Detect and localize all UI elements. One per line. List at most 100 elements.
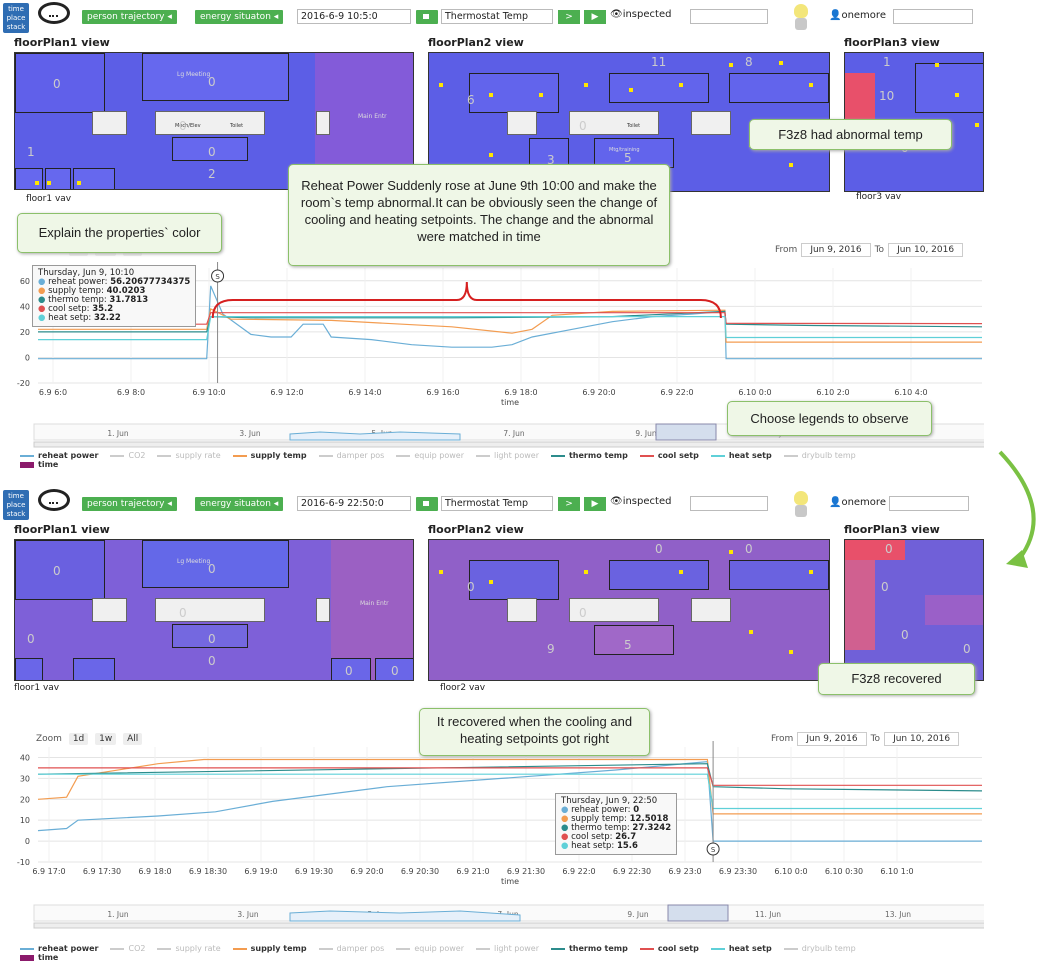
legend-item[interactable]: equip power bbox=[396, 944, 464, 953]
floorplan3-map[interactable]: 0 0 0 0 bbox=[844, 539, 984, 681]
legend-swatch bbox=[396, 947, 411, 950]
legend-item[interactable]: CO2 bbox=[110, 944, 145, 953]
play-icon[interactable]: ▶ bbox=[584, 10, 606, 24]
x-tick-label: 6.9 10:0 bbox=[192, 388, 225, 397]
next-button[interactable]: > bbox=[558, 497, 580, 511]
legend-item[interactable]: supply temp bbox=[232, 944, 307, 953]
sensor-select[interactable]: Thermostat Temp bbox=[441, 9, 553, 24]
floorplan1-map[interactable]: Lg Meeting 0 0 Main Entr 0 0 0 0 0 0 bbox=[14, 539, 414, 681]
y-tick-label: 60 bbox=[20, 277, 30, 286]
legend-item[interactable]: drybulb temp bbox=[783, 944, 856, 953]
user-input[interactable] bbox=[889, 496, 969, 511]
chart-2-svg[interactable]: -10 0 10 20 30 40 6.9 17:0 6.9 17:30 6.9 18:0 6.9… bbox=[0, 727, 984, 962]
legend-item[interactable]: time bbox=[20, 953, 58, 962]
sensor-select[interactable]: Thermostat Temp bbox=[441, 496, 553, 511]
tooltip-row: ● heat setp: 15.6 bbox=[561, 841, 638, 851]
zone-number: 0 bbox=[963, 642, 971, 656]
camera-icon[interactable] bbox=[38, 489, 70, 511]
legend-item[interactable]: thermo temp bbox=[550, 944, 628, 953]
legend-label: light power bbox=[493, 944, 539, 953]
app-logo[interactable]: time place stack bbox=[3, 490, 29, 520]
legend-item[interactable]: heat setp bbox=[710, 944, 772, 953]
floorplan1-subtitle: floor1 vav bbox=[26, 194, 72, 204]
x-tick-label: 6.9 23:0 bbox=[668, 867, 701, 876]
x-tick-label: 6.9 14:0 bbox=[348, 388, 381, 397]
legend-label: time bbox=[38, 460, 59, 469]
legend-item[interactable]: cool setp bbox=[639, 944, 699, 953]
legend-label: drybulb temp bbox=[801, 451, 856, 460]
legend-label: supply temp bbox=[250, 944, 307, 953]
legend-item[interactable]: damper pos bbox=[318, 451, 384, 460]
legend-label: reheat power bbox=[38, 451, 99, 460]
x-tick-label: 6.9 8:0 bbox=[117, 388, 145, 397]
user-name: onemore bbox=[841, 497, 886, 508]
legend-item[interactable]: supply rate bbox=[157, 451, 221, 460]
inspected-input[interactable] bbox=[690, 9, 768, 24]
legend-swatch bbox=[550, 947, 565, 950]
inspected-toggle[interactable]: 👁inspected bbox=[610, 9, 671, 20]
zone-number: 0 bbox=[208, 654, 216, 668]
legend-item[interactable]: light power bbox=[475, 944, 539, 953]
user-input[interactable] bbox=[893, 9, 973, 24]
inspected-toggle[interactable]: 👁inspected bbox=[610, 496, 671, 507]
person-trajectory-button[interactable]: person trajectory ◂ bbox=[82, 10, 177, 24]
legend-item[interactable]: cool setp bbox=[639, 451, 699, 460]
app-logo[interactable]: time place stack bbox=[3, 3, 29, 33]
avatar[interactable] bbox=[776, 489, 826, 519]
datetime-input[interactable]: 2016-6-9 10:5:0 bbox=[297, 9, 411, 24]
legend-swatch bbox=[396, 454, 411, 457]
legend-item[interactable]: supply rate bbox=[157, 944, 221, 953]
floorplan1-view: floorPlan1 view Lg Meeting 0 0 Main Entr… bbox=[14, 523, 416, 693]
floorplan2-map[interactable]: 0 0 0 0 5 9 bbox=[428, 539, 830, 681]
x-tick-label: 6.9 18:0 bbox=[138, 867, 171, 876]
legend-item[interactable]: reheat power bbox=[20, 944, 98, 953]
zone-number: 0 bbox=[745, 542, 753, 556]
legend-item[interactable]: heat setp bbox=[710, 451, 772, 460]
legend-item[interactable]: supply temp bbox=[232, 451, 307, 460]
timeseries-chart-2: Zoom 1d 1w All From Jun 9, 2016 To Jun 10, … bbox=[0, 727, 984, 962]
zone-number: 0 bbox=[53, 77, 61, 91]
zone-number: 0 bbox=[467, 580, 475, 594]
x-tick-label: 6.9 20:0 bbox=[582, 388, 615, 397]
energy-situation-button[interactable]: energy situaton ◂ bbox=[195, 497, 284, 511]
video-icon[interactable] bbox=[416, 497, 438, 511]
zone-number: 9 bbox=[547, 642, 555, 656]
zone-number: 5 bbox=[624, 638, 632, 652]
legend-swatch bbox=[783, 947, 798, 950]
inspected-input[interactable] bbox=[690, 496, 768, 511]
callout-f3z8-recovered: F3z8 recovered bbox=[818, 663, 975, 695]
toolbar: time place stack person trajectory ◂ ene… bbox=[0, 487, 984, 521]
person-trajectory-button[interactable]: person trajectory ◂ bbox=[82, 497, 177, 511]
legend-swatch bbox=[475, 454, 490, 457]
legend-item[interactable]: drybulb temp bbox=[783, 451, 856, 460]
avatar[interactable] bbox=[776, 2, 826, 32]
legend-item[interactable]: CO2 bbox=[110, 451, 145, 460]
legend-item[interactable]: equip power bbox=[396, 451, 464, 460]
legend-label: thermo temp bbox=[568, 944, 628, 953]
legend-item[interactable]: thermo temp bbox=[550, 451, 628, 460]
flag-marker-label: S bbox=[215, 273, 220, 281]
legend-item[interactable]: light power bbox=[475, 451, 539, 460]
play-icon[interactable]: ▶ bbox=[584, 497, 606, 511]
energy-situation-button[interactable]: energy situaton ◂ bbox=[195, 10, 284, 24]
legend-item[interactable]: reheat power bbox=[20, 451, 98, 460]
legend-swatch bbox=[110, 454, 125, 457]
legend-label: heat setp bbox=[728, 944, 772, 953]
user-icon: 👤 bbox=[829, 497, 842, 508]
legend-label: equip power bbox=[414, 944, 464, 953]
legend-item[interactable]: damper pos bbox=[318, 944, 384, 953]
x-tick-label: 6.9 22:0 bbox=[660, 388, 693, 397]
user-label: 👤onemore bbox=[829, 497, 886, 508]
legend-swatch bbox=[20, 947, 34, 950]
floorplan2-view: floorPlan2 view 0 0 0 0 5 9 floor2 vav bbox=[428, 523, 830, 693]
zone-number: 6 bbox=[467, 93, 475, 107]
zone-number: 0 bbox=[881, 580, 889, 594]
legend-label: equip power bbox=[414, 451, 464, 460]
legend-item[interactable]: time bbox=[20, 460, 58, 469]
legend-label: supply temp bbox=[250, 451, 307, 460]
datetime-input[interactable]: 2016-6-9 22:50:0 bbox=[297, 496, 411, 511]
zone-number: 0 bbox=[208, 562, 216, 576]
video-icon[interactable] bbox=[416, 10, 438, 24]
camera-icon[interactable] bbox=[38, 2, 70, 24]
next-button[interactable]: > bbox=[558, 10, 580, 24]
